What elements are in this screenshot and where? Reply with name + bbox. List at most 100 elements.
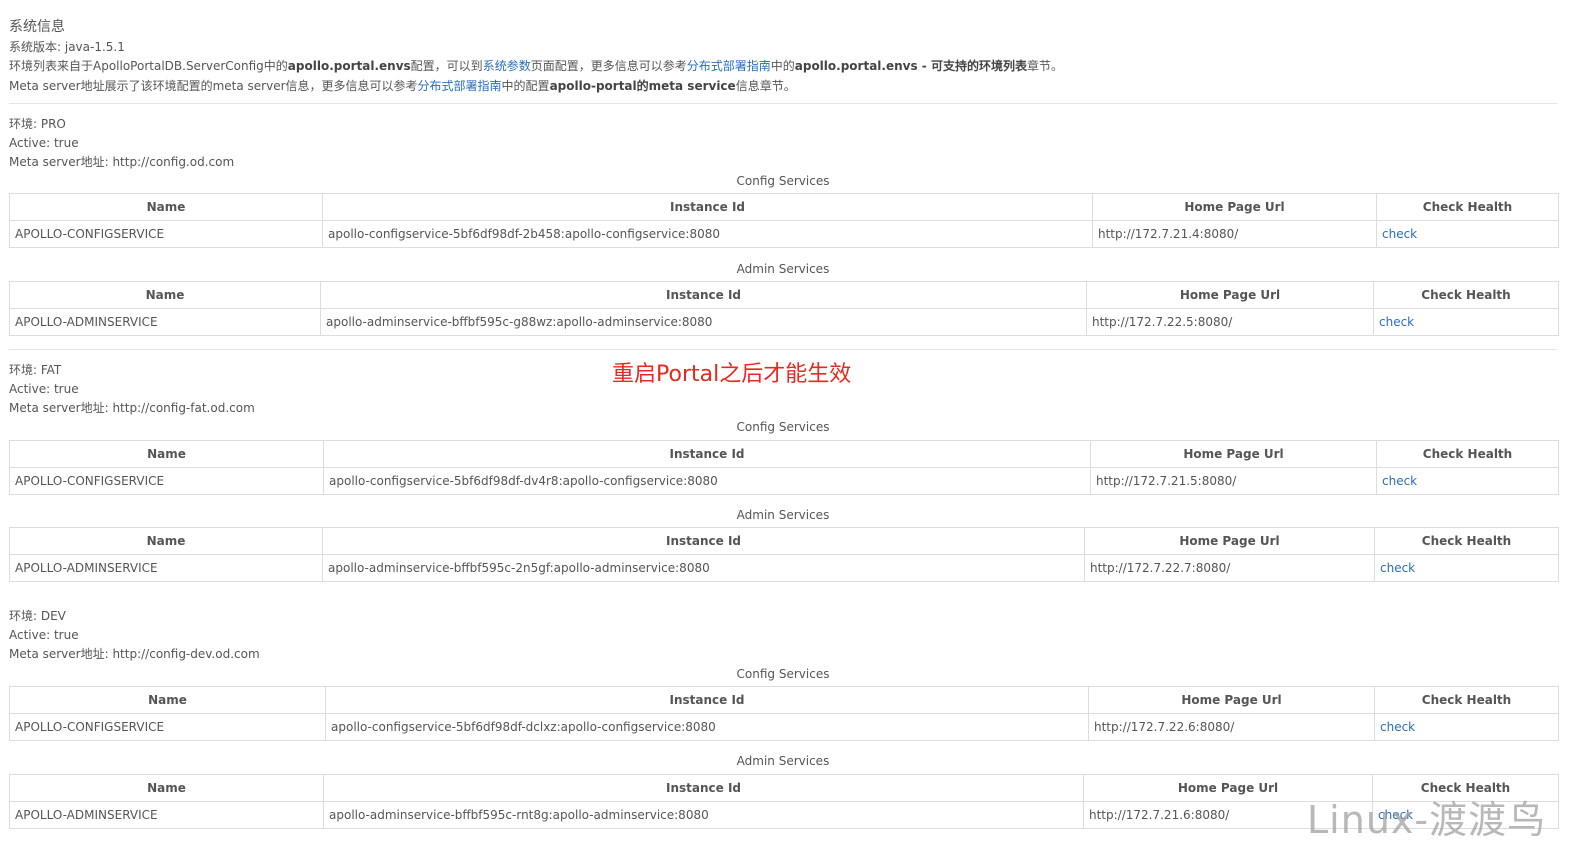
env-name: 环境: FAT [9,363,62,377]
header-home-page-url: Home Page Url [1088,686,1375,714]
instance-id: apollo-adminservice-bffbf595c-rnt8g:apol… [323,801,1084,829]
meta-info-text-2: 中的配置 [501,79,550,93]
meta-info-bold-1: apollo-portal的meta service [549,79,736,93]
table-row: APOLLO-CONFIGSERVICE apollo-configservic… [9,220,1559,248]
table-header-row: Name Instance Id Home Page Url Check Hea… [9,686,1559,714]
env-info-text-5: 章节。 [1026,59,1063,73]
service-name: APOLLO-ADMINSERVICE [9,554,323,582]
instance-id: apollo-adminservice-bffbf595c-2n5gf:apol… [322,554,1085,582]
header-instance-id: Instance Id [323,774,1084,802]
check-link[interactable]: check [1380,561,1415,575]
meta-server-info: Meta server地址展示了该环境配置的meta server信息，更多信息… [9,78,796,94]
divider [9,349,1557,350]
admin-services-table: Name Instance Id Home Page Url Check Hea… [9,527,1559,582]
env-active: Active: true [9,382,79,396]
env-meta-server: Meta server地址: http://config-fat.od.com [9,401,255,415]
instance-id: apollo-configservice-5bf6df98df-dclxz:ap… [325,713,1089,741]
table-row: APOLLO-CONFIGSERVICE apollo-configservic… [9,467,1559,495]
home-page-url: http://172.7.22.5:8080/ [1086,308,1374,336]
instance-id: apollo-configservice-5bf6df98df-2b458:ap… [322,220,1093,248]
env-meta-server: Meta server地址: http://config.od.com [9,155,235,169]
service-name: APOLLO-ADMINSERVICE [9,308,321,336]
table-header-row: Name Instance Id Home Page Url Check Hea… [9,527,1559,555]
home-page-url: http://172.7.22.6:8080/ [1088,713,1375,741]
header-instance-id: Instance Id [322,193,1093,221]
check-link[interactable]: check [1380,720,1415,734]
header-home-page-url: Home Page Url [1084,527,1375,555]
system-version-label: 系统版本: [9,40,65,54]
header-home-page-url: Home Page Url [1086,281,1374,309]
home-page-url: http://172.7.22.7:8080/ [1084,554,1375,582]
header-instance-id: Instance Id [323,440,1091,468]
admin-services-caption: Admin Services [736,754,830,768]
header-check-health: Check Health [1374,686,1559,714]
system-info-page: 系统信息 系统版本: java-1.5.1 环境列表来自于ApolloPorta… [0,0,1583,857]
deployment-guide-link[interactable]: 分布式部署指南 [687,59,771,73]
env-list-info: 环境列表来自于ApolloPortalDB.ServerConfig中的apol… [9,58,1063,74]
header-name: Name [9,281,321,309]
table-row: APOLLO-ADMINSERVICE apollo-adminservice-… [9,308,1559,336]
config-services-table: Name Instance Id Home Page Url Check Hea… [9,193,1559,248]
check-link[interactable]: check [1382,227,1417,241]
check-link[interactable]: check [1382,474,1417,488]
service-name: APOLLO-CONFIGSERVICE [9,467,324,495]
admin-services-table: Name Instance Id Home Page Url Check Hea… [9,281,1559,336]
header-check-health: Check Health [1376,193,1559,221]
env-name: 环境: PRO [9,117,66,131]
header-check-health: Check Health [1373,281,1559,309]
watermark: Linux-渡渡鸟 [1307,798,1547,842]
config-services-caption: Config Services [736,420,830,434]
table-header-row: Name Instance Id Home Page Url Check Hea… [9,193,1559,221]
check-cell: check [1373,308,1559,336]
header-home-page-url: Home Page Url [1092,193,1377,221]
check-cell: check [1374,713,1559,741]
config-services-caption: Config Services [736,174,830,188]
system-version-value: java-1.5.1 [64,40,125,54]
env-meta-server: Meta server地址: http://config-dev.od.com [9,647,260,661]
env-info-text-2: 配置，可以到 [410,59,483,73]
header-home-page-url: Home Page Url [1090,440,1377,468]
instance-id: apollo-configservice-5bf6df98df-dv4r8:ap… [323,467,1091,495]
header-check-health: Check Health [1374,527,1559,555]
env-info-text-4: 中的 [770,59,795,73]
restart-annotation: 重启Portal之后才能生效 [612,362,852,387]
table-row: APOLLO-ADMINSERVICE apollo-adminservice-… [9,554,1559,582]
home-page-url: http://172.7.21.4:8080/ [1092,220,1377,248]
divider [9,103,1557,104]
env-info-bold-2: apollo.portal.envs - 可支持的环境列表 [794,59,1027,73]
meta-info-text-1: Meta server地址展示了该环境配置的meta server信息，更多信息… [9,79,418,93]
env-info-bold-1: apollo.portal.envs [287,59,411,73]
table-header-row: Name Instance Id Home Page Url Check Hea… [9,440,1559,468]
header-instance-id: Instance Id [322,527,1085,555]
admin-services-caption: Admin Services [736,262,830,276]
check-link[interactable]: check [1379,315,1414,329]
env-name: 环境: DEV [9,609,66,623]
header-name: Name [9,440,324,468]
env-active: Active: true [9,136,79,150]
service-name: APOLLO-CONFIGSERVICE [9,220,323,248]
config-services-caption: Config Services [736,667,830,681]
service-name: APOLLO-CONFIGSERVICE [9,713,326,741]
header-name: Name [9,527,323,555]
env-info-text-3: 页面配置，更多信息可以参考 [530,59,687,73]
header-name: Name [9,193,323,221]
system-version: 系统版本: java-1.5.1 [9,39,125,55]
header-instance-id: Instance Id [325,686,1089,714]
check-cell: check [1376,220,1559,248]
page-title: 系统信息 [9,19,65,35]
meta-info-text-3: 信息章节。 [735,79,796,93]
env-info-text-1: 环境列表来自于ApolloPortalDB.ServerConfig中的 [9,59,288,73]
header-name: Name [9,774,324,802]
table-header-row: Name Instance Id Home Page Url Check Hea… [9,281,1559,309]
check-cell: check [1376,467,1559,495]
instance-id: apollo-adminservice-bffbf595c-g88wz:apol… [320,308,1087,336]
config-services-table: Name Instance Id Home Page Url Check Hea… [9,686,1559,741]
service-name: APOLLO-ADMINSERVICE [9,801,324,829]
deployment-guide-link-2[interactable]: 分布式部署指南 [418,79,502,93]
header-name: Name [9,686,326,714]
config-services-table: Name Instance Id Home Page Url Check Hea… [9,440,1559,495]
system-params-link[interactable]: 系统参数 [483,59,531,73]
home-page-url: http://172.7.21.5:8080/ [1090,467,1377,495]
env-active: Active: true [9,628,79,642]
table-row: APOLLO-CONFIGSERVICE apollo-configservic… [9,713,1559,741]
